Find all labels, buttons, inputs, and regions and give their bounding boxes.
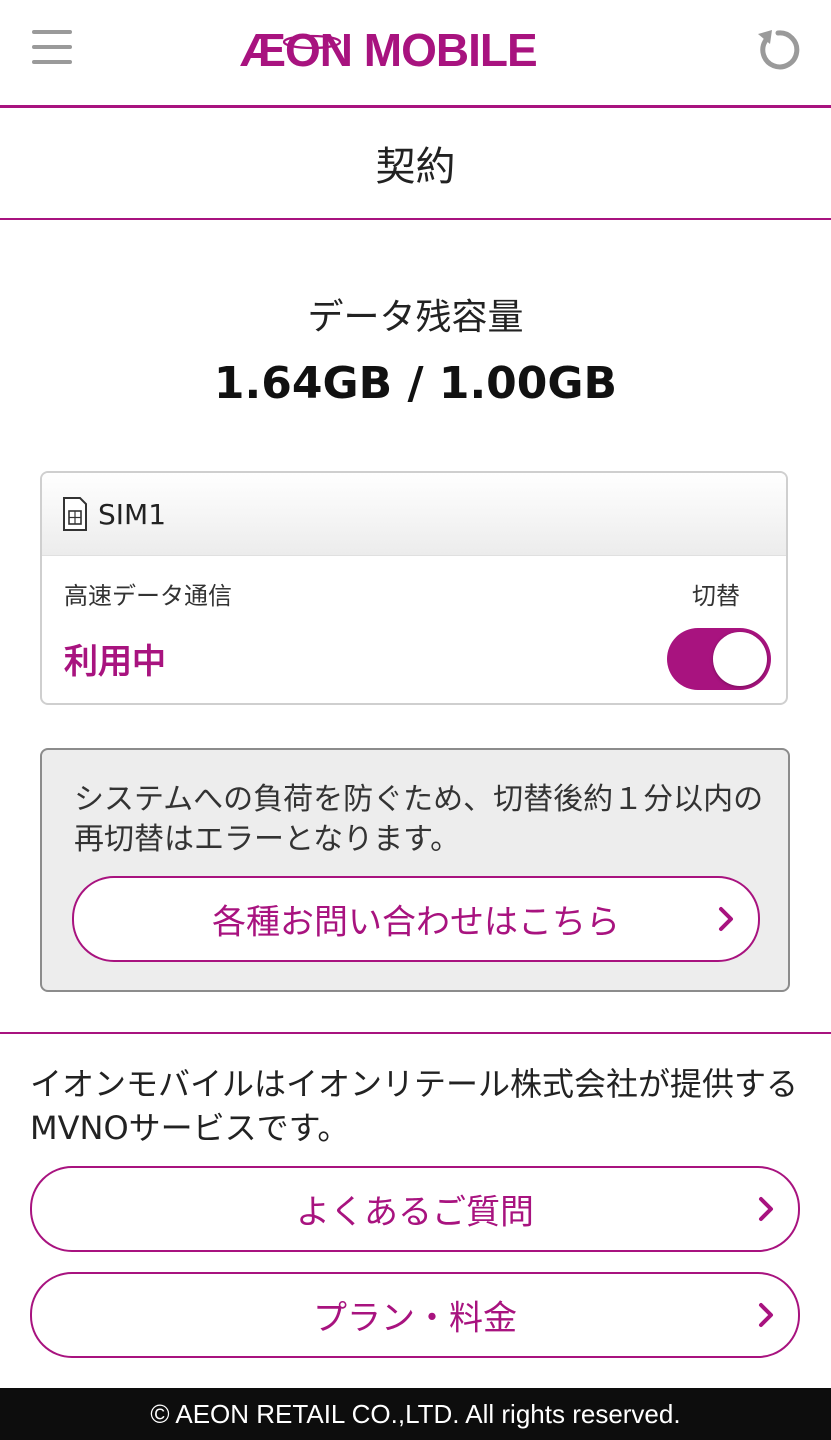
app-header: ÆON MOBILE: [0, 0, 831, 108]
plan-button[interactable]: プラン・料金: [30, 1272, 800, 1358]
toggle-knob: [713, 632, 767, 686]
data-remaining-label: データ残容量: [307, 297, 524, 338]
sim-card-body: 高速データ通信 切替 利用中: [42, 556, 786, 703]
contact-button[interactable]: 各種お問い合わせはこちら: [72, 876, 760, 962]
aeon-mobile-logo: ÆON MOBILE: [240, 24, 538, 76]
data-remaining-value: 1.64GB / 1.00GB: [213, 358, 618, 409]
chevron-right-icon: [719, 907, 733, 931]
copyright-text: © AEON RETAIL CO.,LTD. All rights reserv…: [150, 1398, 681, 1429]
faq-button-label: よくあるご質問: [296, 1192, 534, 1233]
section-divider: [0, 1032, 831, 1034]
about-text: イオンモバイルはイオンリテール株式会社が提供するMVNOサービスです。: [30, 1065, 799, 1147]
high-speed-toggle[interactable]: [667, 628, 771, 690]
page: ÆON MOBILE 契約 データ残容量 1.64GB / 1.00GB SIM…: [0, 0, 831, 1440]
sim-name: SIM1: [98, 497, 167, 531]
sim-card-icon: [63, 497, 87, 531]
notice-text: システムへの負荷を防ぐため、切替後約１分以内の再切替はエラーとなります。: [74, 782, 764, 857]
sim-card: SIM1 高速データ通信 切替 利用中: [40, 471, 788, 705]
footer: © AEON RETAIL CO.,LTD. All rights reserv…: [0, 1388, 831, 1440]
chevron-right-icon: [759, 1197, 773, 1221]
plan-button-label: プラン・料金: [313, 1298, 517, 1339]
notice-box: システムへの負荷を防ぐため、切替後約１分以内の再切替はエラーとなります。 各種お…: [40, 748, 790, 992]
contact-button-label: 各種お問い合わせはこちら: [212, 902, 620, 943]
faq-button[interactable]: よくあるご質問: [30, 1166, 800, 1252]
high-speed-data-label: 高速データ通信: [64, 582, 232, 610]
chevron-right-icon: [759, 1303, 773, 1327]
page-title-bar: 契約: [0, 108, 831, 220]
switch-label: 切替: [692, 582, 740, 610]
high-speed-status: 利用中: [64, 642, 166, 682]
page-title: 契約: [375, 144, 456, 190]
sim-card-header: SIM1: [42, 473, 786, 556]
reload-icon[interactable]: [752, 24, 804, 76]
hamburger-menu-icon[interactable]: [30, 28, 74, 68]
svg-text:ÆON MOBILE: ÆON MOBILE: [240, 24, 537, 76]
